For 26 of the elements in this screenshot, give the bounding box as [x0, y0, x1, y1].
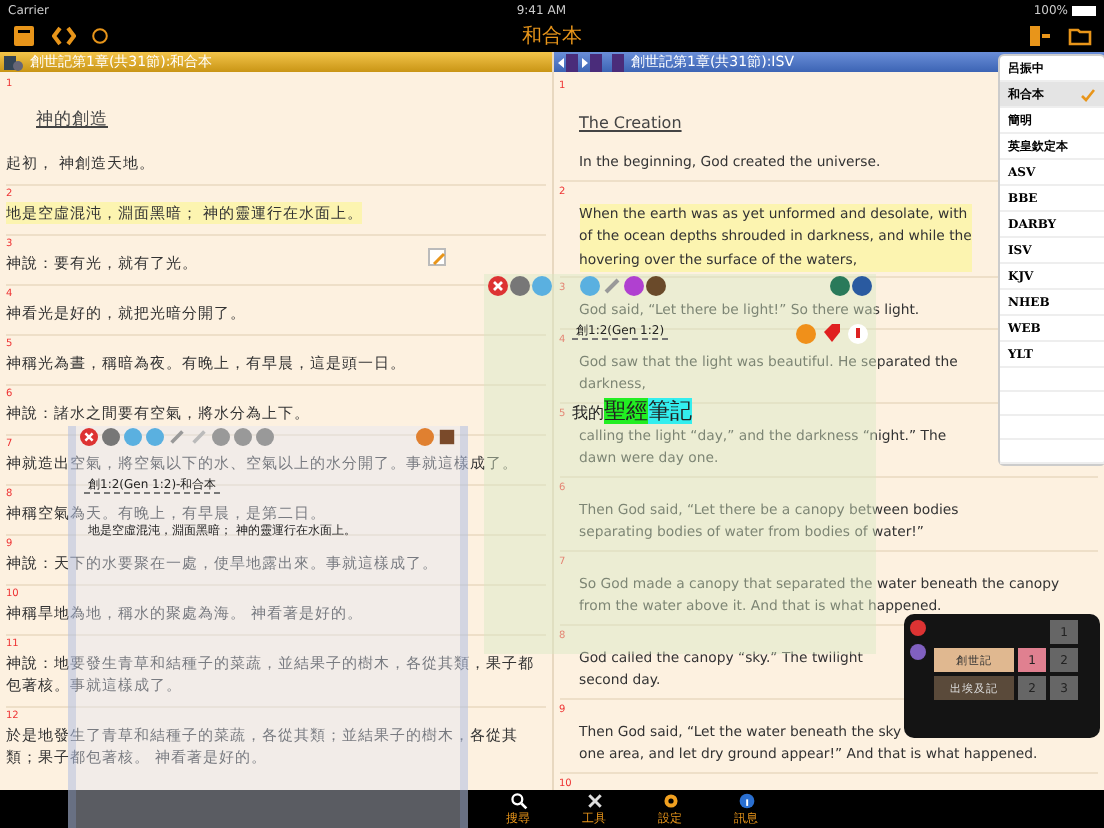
- circle-icon[interactable]: [102, 428, 120, 446]
- circle-icon[interactable]: [910, 644, 926, 660]
- link-icon[interactable]: [602, 276, 622, 296]
- circle-icon[interactable]: [646, 276, 666, 296]
- battery-icon: [1071, 5, 1096, 15]
- folder-icon[interactable]: [1068, 24, 1092, 48]
- checkmark-icon: [1080, 87, 1096, 101]
- tag-icon[interactable]: [822, 324, 842, 344]
- close-icon[interactable]: [80, 428, 98, 446]
- microphone-icon[interactable]: [848, 324, 868, 344]
- close-icon[interactable]: [910, 620, 926, 636]
- nav-title: 和合本: [522, 23, 582, 50]
- section-heading: The Creation: [579, 114, 682, 132]
- circle-icon[interactable]: [510, 276, 530, 296]
- code-icon[interactable]: [52, 24, 76, 48]
- book-icon[interactable]: [12, 24, 36, 48]
- tools-icon: [583, 792, 605, 810]
- section-heading: 神的創造: [36, 108, 108, 132]
- info-icon[interactable]: [92, 28, 108, 44]
- circle-icon[interactable]: [624, 276, 644, 296]
- note-icon[interactable]: [428, 248, 446, 266]
- close-icon[interactable]: [488, 276, 508, 296]
- info-icon: [735, 792, 757, 810]
- note-text[interactable]: 我的聖經筆記: [572, 400, 692, 426]
- columns-icon[interactable]: [1028, 24, 1052, 48]
- navigation-icon[interactable]: [557, 53, 625, 71]
